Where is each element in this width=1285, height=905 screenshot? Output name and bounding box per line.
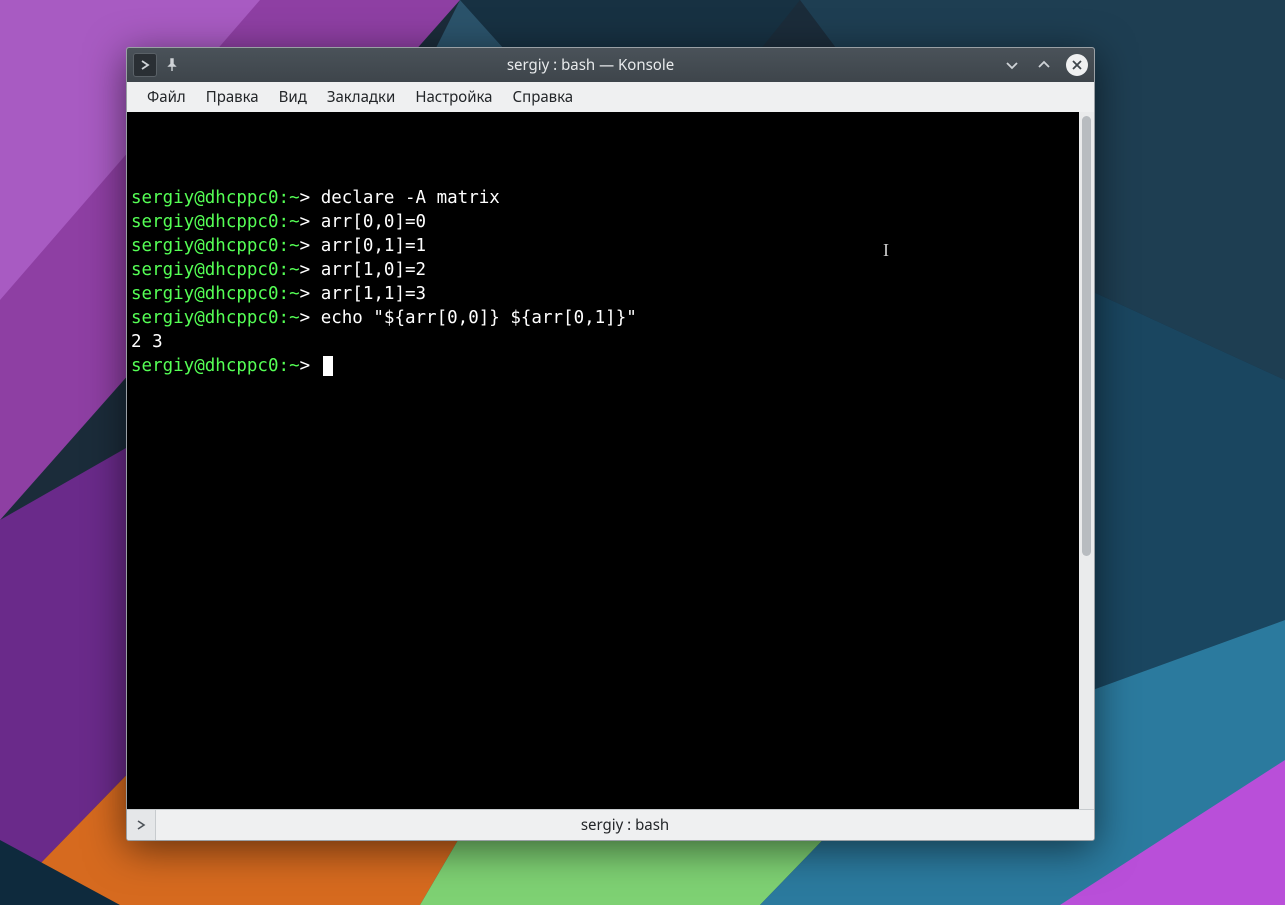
minimize-button[interactable]	[1002, 55, 1022, 75]
terminal-command-line: sergiy@dhcppc0:~> arr[0,1]=1	[131, 234, 1075, 258]
tab-active[interactable]: sergiy : bash	[156, 810, 1094, 840]
terminal-command-line: sergiy@dhcppc0:~> echo "${arr[0,0]} ${ar…	[131, 306, 1075, 330]
maximize-button[interactable]	[1034, 55, 1054, 75]
terminal-output-line: 2 3	[131, 330, 1075, 354]
terminal-cursor	[323, 356, 333, 376]
terminal-viewport[interactable]: I sergiy@dhcppc0:~> declare -A matrixser…	[127, 112, 1079, 809]
window-titlebar[interactable]: sergiy : bash — Konsole	[127, 48, 1094, 82]
menu-settings[interactable]: Настройка	[405, 83, 502, 111]
terminal-scrollbar[interactable]	[1079, 112, 1094, 809]
terminal-command-line: sergiy@dhcppc0:~> arr[0,0]=0	[131, 210, 1075, 234]
menu-help[interactable]: Справка	[503, 83, 584, 111]
app-menu-icon[interactable]	[133, 53, 157, 77]
menu-edit[interactable]: Правка	[196, 83, 269, 111]
scrollbar-thumb[interactable]	[1082, 116, 1091, 556]
new-tab-button[interactable]	[127, 810, 156, 840]
terminal-command-line: sergiy@dhcppc0:~> arr[1,0]=2	[131, 258, 1075, 282]
pin-icon[interactable]	[165, 58, 179, 72]
window-title: sergiy : bash — Konsole	[179, 55, 1002, 75]
terminal-command-line: sergiy@dhcppc0:~>	[131, 354, 1075, 378]
menu-bookmarks[interactable]: Закладки	[317, 83, 406, 111]
terminal-command-line: sergiy@dhcppc0:~> arr[1,1]=3	[131, 282, 1075, 306]
tabbar: sergiy : bash	[127, 809, 1094, 840]
close-button[interactable]	[1066, 54, 1088, 76]
menubar: Файл Правка Вид Закладки Настройка Справ…	[127, 82, 1094, 112]
menu-file[interactable]: Файл	[137, 83, 196, 111]
konsole-window: sergiy : bash — Konsole Файл Правка Вид …	[126, 47, 1095, 841]
menu-view[interactable]: Вид	[269, 83, 317, 111]
terminal-command-line: sergiy@dhcppc0:~> declare -A matrix	[131, 186, 1075, 210]
